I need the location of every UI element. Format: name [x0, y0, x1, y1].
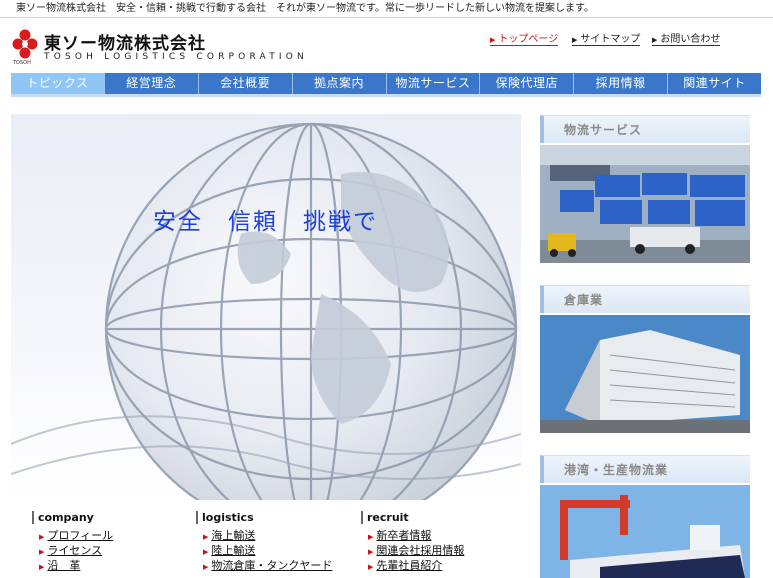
logistics-service-photo[interactable] — [540, 145, 750, 271]
company-heading: company — [32, 511, 192, 524]
link-marine-transport[interactable]: ▶ 海上輸送 — [196, 529, 356, 544]
link-senior-staff[interactable]: ▶ 先輩社員紹介 — [361, 559, 521, 574]
nav-company-overview[interactable]: 会社概要 — [199, 73, 293, 94]
logo-mark-label: TOSOH — [13, 60, 31, 66]
sitemap-link[interactable]: ▶ サイトマップ — [572, 30, 641, 46]
triangle-right-icon: ▶ — [203, 548, 209, 556]
tosoh-logo-icon[interactable] — [12, 29, 38, 59]
nav-underline — [11, 94, 761, 97]
port-production-photo[interactable] — [540, 485, 750, 578]
site-tagline: 東ソー物流株式会社 安全・信頼・挑戦で行動する会社 それが東ソー物流です。常に一… — [0, 0, 773, 18]
site-header: TOSOH 東ソー物流株式会社 TOSOH LOGISTICS CORPORAT… — [0, 19, 773, 71]
section-port-production-header[interactable]: 港湾・生産物流業 — [540, 455, 750, 483]
recruit-heading: recruit — [361, 511, 521, 524]
nav-logistics-service[interactable]: 物流サービス — [387, 73, 481, 94]
arrow-right-icon: ▶ — [652, 36, 658, 44]
port-ship-image — [540, 485, 750, 578]
link-land-transport[interactable]: ▶ 陸上輸送 — [196, 544, 356, 559]
warehouse-photo[interactable] — [540, 315, 750, 441]
section-title: 倉庫業 — [564, 293, 604, 307]
nav-insurance-agency[interactable]: 保険代理店 — [480, 73, 575, 94]
hero-banner: 安全 信頼 挑戦で — [11, 114, 521, 500]
link-license[interactable]: ▶ ライセンス — [32, 544, 192, 559]
link-history[interactable]: ▶ 沿 革 — [32, 559, 192, 574]
hero-catchphrase: 安全 信頼 挑戦で — [153, 209, 378, 235]
top-page-link[interactable]: ▶ トップページ — [490, 30, 559, 46]
globe-image — [11, 122, 521, 500]
company-name-en: TOSOH LOGISTICS CORPORATION — [44, 52, 308, 62]
triangle-right-icon: ▶ — [368, 548, 374, 556]
section-title: 港湾・生産物流業 — [564, 463, 669, 477]
triangle-right-icon: ▶ — [39, 533, 45, 541]
arrow-right-icon: ▶ — [572, 36, 578, 44]
warehouse-image — [540, 315, 750, 441]
triangle-right-icon: ▶ — [39, 563, 45, 571]
triangle-right-icon: ▶ — [203, 563, 209, 571]
nav-related-sites[interactable]: 関連サイト — [668, 73, 761, 94]
containers-image — [540, 145, 750, 271]
nav-locations[interactable]: 拠点案内 — [293, 73, 387, 94]
company-links: company ▶ プロフィール ▶ ライセンス ▶ 沿 革 — [32, 511, 192, 574]
link-affiliate-recruit[interactable]: ▶ 関連会社採用情報 — [361, 544, 521, 559]
triangle-right-icon: ▶ — [368, 563, 374, 571]
contact-link[interactable]: ▶ お問い合わせ — [652, 30, 721, 46]
section-logistics-service-header[interactable]: 物流サービス — [540, 115, 750, 143]
arrow-right-icon: ▶ — [490, 36, 496, 44]
triangle-right-icon: ▶ — [368, 533, 374, 541]
triangle-right-icon: ▶ — [203, 533, 209, 541]
logistics-heading: logistics — [196, 511, 356, 524]
nav-recruit[interactable]: 採用情報 — [574, 73, 669, 94]
logistics-links: logistics ▶ 海上輸送 ▶ 陸上輸送 ▶ 物流倉庫・タンクヤード — [196, 511, 356, 574]
company-name-jp[interactable]: 東ソー物流株式会社 — [44, 29, 206, 54]
section-title: 物流サービス — [564, 123, 643, 137]
section-warehouse-header[interactable]: 倉庫業 — [540, 285, 750, 313]
nav-philosophy[interactable]: 経営理念 — [105, 73, 199, 94]
link-profile[interactable]: ▶ プロフィール — [32, 529, 192, 544]
recruit-links: recruit ▶ 新卒者情報 ▶ 関連会社採用情報 ▶ 先輩社員紹介 — [361, 511, 521, 574]
main-nav: トピックス 経営理念 会社概要 拠点案内 物流サービス 保険代理店 採用情報 関… — [11, 73, 761, 94]
triangle-right-icon: ▶ — [39, 548, 45, 556]
nav-topics[interactable]: トピックス — [11, 73, 105, 94]
link-warehouse-tankyard[interactable]: ▶ 物流倉庫・タンクヤード — [196, 559, 356, 574]
link-new-graduates[interactable]: ▶ 新卒者情報 — [361, 529, 521, 544]
